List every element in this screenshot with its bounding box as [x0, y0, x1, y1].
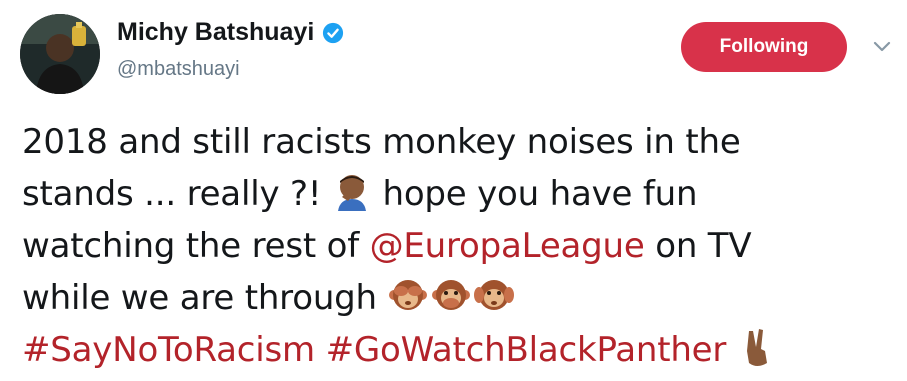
man-facepalming-icon: [337, 175, 366, 211]
display-name-text: Michy Batshuayi: [117, 18, 315, 46]
avatar-photo: [20, 14, 100, 94]
speak-no-evil-monkey-icon: [431, 280, 470, 310]
verified-badge-icon: [323, 22, 344, 43]
avatar[interactable]: [20, 14, 100, 94]
tweet-text-segment: on TV: [644, 226, 752, 266]
following-button[interactable]: Following: [681, 22, 847, 72]
tweet-line-3: watching the rest of @EuropaLeague on TV: [22, 220, 892, 272]
hashtag-link[interactable]: #SayNoToRacism: [22, 330, 315, 370]
hear-no-evil-monkey-icon: [473, 280, 514, 310]
tweet-line-4: while we are through: [22, 272, 892, 324]
tweet-text: 2018 and still racists monkey noises in …: [22, 116, 892, 376]
tweet-card: Michy Batshuayi @mbatshuayi Following 20…: [0, 0, 907, 381]
display-name[interactable]: Michy Batshuayi: [117, 18, 344, 47]
tweet-line-5: #SayNoToRacism #GoWatchBlackPanther: [22, 324, 892, 376]
tweet-line-2: stands ... really ?! hope you have fun: [22, 168, 892, 220]
mention-link[interactable]: @EuropaLeague: [370, 226, 645, 266]
hashtag-link[interactable]: #GoWatchBlackPanther: [326, 330, 727, 370]
chevron-down-icon[interactable]: [872, 40, 892, 54]
tweet-text-segment: stands ... really ?!: [22, 174, 322, 214]
victory-hand-icon: [746, 329, 767, 366]
tweet-line-1: 2018 and still racists monkey noises in …: [22, 116, 892, 168]
tweet-text-segment: while we are through: [22, 278, 377, 318]
user-handle[interactable]: @mbatshuayi: [117, 58, 240, 81]
tweet-text-segment: 2018 and still racists monkey noises in …: [22, 122, 741, 162]
tweet-text-segment: watching the rest of: [22, 226, 370, 266]
tweet-text-segment: hope you have fun: [382, 174, 698, 214]
see-no-evil-monkey-icon: [388, 280, 427, 310]
